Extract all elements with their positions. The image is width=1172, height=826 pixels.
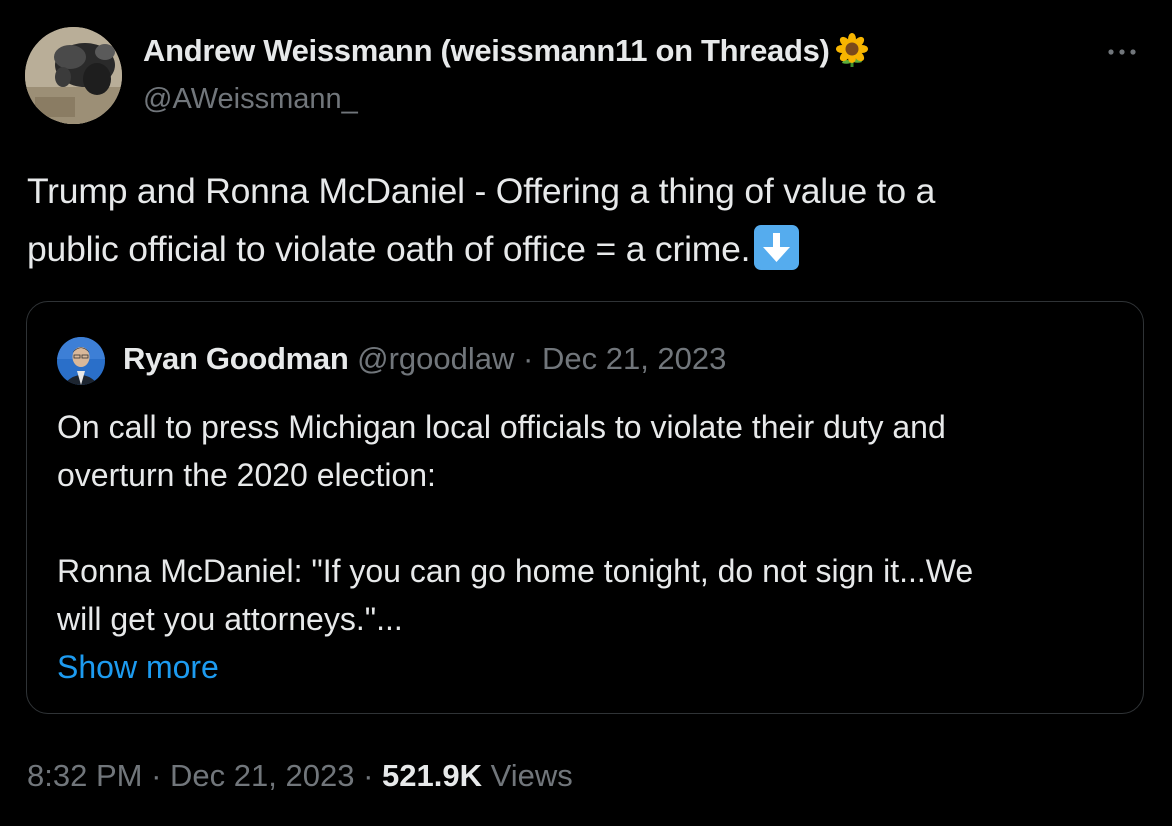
- tweet-text-line-text: public official to violate oath of offic…: [27, 229, 751, 269]
- meta-separator: ·: [363, 758, 374, 793]
- quoted-tweet-header: Ryan Goodman @rgoodlaw · Dec 21, 2023: [123, 341, 726, 377]
- views-count[interactable]: 521.9K: [382, 758, 482, 793]
- tweet-date[interactable]: Dec 21, 2023: [170, 758, 354, 793]
- quoted-author-name[interactable]: Ryan Goodman: [123, 341, 349, 376]
- views-label: Views: [490, 758, 573, 793]
- quoted-tweet-date[interactable]: Dec 21, 2023: [542, 341, 726, 376]
- show-more-link[interactable]: Show more: [57, 643, 1127, 691]
- quoted-text-line: overturn the 2020 election:: [57, 457, 436, 493]
- quoted-tweet-text: On call to press Michigan local official…: [57, 403, 1127, 691]
- quoted-text-line: Ronna McDaniel: "If you can go home toni…: [57, 553, 974, 589]
- tweet-text: Trump and Ronna McDaniel - Offering a th…: [27, 162, 1137, 278]
- more-options-button[interactable]: [1098, 34, 1146, 70]
- quoted-author-handle[interactable]: @rgoodlaw: [357, 341, 514, 376]
- quoted-text-line: will get you attorneys."...: [57, 601, 403, 637]
- tweet-text-line: Trump and Ronna McDaniel - Offering a th…: [27, 171, 936, 211]
- author-handle[interactable]: @AWeissmann_: [143, 83, 358, 116]
- tweet-text-line: public official to violate oath of offic…: [27, 220, 1137, 278]
- tweet-meta: 8:32 PM · Dec 21, 2023 · 521.9K Views: [27, 758, 573, 794]
- author-name[interactable]: Andrew Weissmann (weissmann11 on Threads…: [143, 33, 870, 69]
- author-name-text: Andrew Weissmann (weissmann11 on Threads…: [143, 33, 830, 68]
- down-arrow-icon: [754, 225, 800, 270]
- sunflower-icon: [834, 33, 870, 69]
- quoted-author-avatar-image: [57, 337, 105, 385]
- quoted-tweet-card[interactable]: Ryan Goodman @rgoodlaw · Dec 21, 2023 On…: [26, 301, 1144, 714]
- meta-separator: ·: [151, 758, 162, 793]
- more-dots-icon: [1108, 49, 1136, 55]
- author-avatar[interactable]: [25, 27, 122, 124]
- quoted-text-line: On call to press Michigan local official…: [57, 409, 946, 445]
- author-avatar-image: [25, 27, 122, 124]
- quoted-text-spacer: [57, 499, 1127, 547]
- tweet-time[interactable]: 8:32 PM: [27, 758, 142, 793]
- quoted-author-avatar[interactable]: [57, 337, 105, 385]
- quoted-separator: ·: [523, 341, 534, 376]
